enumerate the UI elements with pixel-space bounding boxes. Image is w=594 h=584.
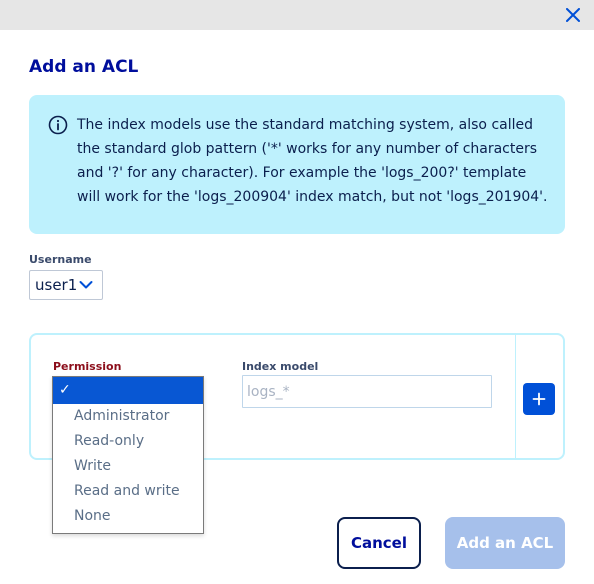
close-button[interactable] [562,4,584,26]
card-divider [515,335,516,458]
dialog-title: Add an ACL [29,57,139,77]
username-value: user1 [35,276,78,294]
permission-option-administrator[interactable]: Administrator [53,404,203,429]
add-acl-button[interactable]: Add an ACL [445,517,565,569]
cancel-button[interactable]: Cancel [337,517,421,569]
permission-option-write[interactable]: Write [53,454,203,479]
info-icon [48,115,68,135]
permission-option-read-only[interactable]: Read-only [53,429,203,454]
permission-dropdown[interactable]: ✓ Administrator Read-only Write Read and… [52,376,204,534]
username-label: Username [29,253,92,266]
info-text: The index models use the standard matchi… [77,117,548,205]
index-model-label: Index model [242,360,319,373]
permission-label: Permission [53,360,122,373]
add-row-button[interactable] [523,383,555,415]
chevron-down-icon [79,281,93,289]
dialog-top-bar [0,0,594,30]
permission-option-empty[interactable]: ✓ [53,377,203,404]
username-select[interactable]: user1 [29,270,103,300]
close-icon [566,8,580,22]
permission-option-none[interactable]: None [53,504,203,529]
index-model-input[interactable] [242,375,492,408]
plus-icon [532,392,546,406]
info-banner: The index models use the standard matchi… [29,95,565,234]
permission-option-read-and-write[interactable]: Read and write [53,479,203,504]
